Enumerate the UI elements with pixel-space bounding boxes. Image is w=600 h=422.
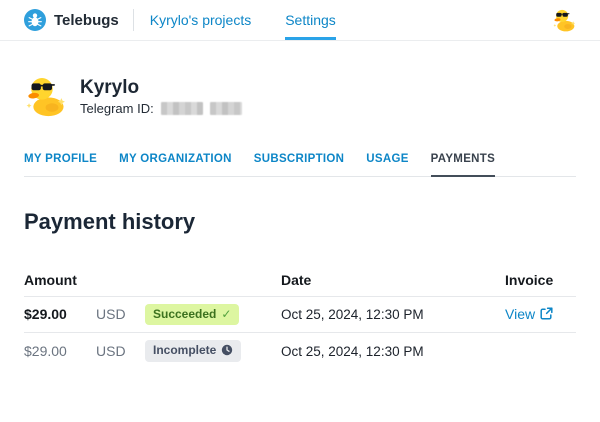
status-label: Incomplete bbox=[153, 343, 216, 357]
main-content: Kyrylo Telegram ID: MY PROFILE MY ORGANI… bbox=[0, 73, 600, 369]
tab-my-profile[interactable]: MY PROFILE bbox=[24, 153, 97, 177]
brand[interactable]: Telebugs bbox=[24, 9, 119, 31]
telebugs-logo-icon bbox=[24, 9, 46, 31]
profile-section: Kyrylo Telegram ID: bbox=[24, 73, 576, 119]
profile-info: Kyrylo Telegram ID: bbox=[80, 76, 242, 117]
date-cell: Oct 25, 2024, 12:30 PM bbox=[281, 344, 505, 359]
tab-my-organization[interactable]: MY ORGANIZATION bbox=[119, 153, 232, 177]
nav-divider bbox=[133, 9, 134, 31]
settings-tabs: MY PROFILE MY ORGANIZATION SUBSCRIPTION … bbox=[24, 153, 576, 177]
amount-cell: $29.00 USD Succeeded ✓ bbox=[24, 304, 281, 325]
nav-item-projects[interactable]: Kyrylo's projects bbox=[150, 0, 251, 40]
duck-with-sunglasses-icon bbox=[24, 73, 70, 119]
currency-label: USD bbox=[96, 343, 130, 359]
amount-cell: $29.00 USD Incomplete bbox=[24, 340, 281, 361]
tab-payments[interactable]: PAYMENTS bbox=[431, 153, 495, 177]
status-badge-succeeded: Succeeded ✓ bbox=[145, 304, 239, 325]
duck-with-sunglasses-icon bbox=[552, 7, 578, 33]
tab-usage[interactable]: USAGE bbox=[366, 153, 408, 177]
nav-links: Kyrylo's projects Settings bbox=[150, 0, 336, 40]
tab-subscription[interactable]: SUBSCRIPTION bbox=[254, 153, 345, 177]
currency-label: USD bbox=[96, 306, 130, 322]
user-avatar[interactable] bbox=[552, 7, 578, 33]
amount-value: $29.00 bbox=[24, 306, 86, 322]
invoice-link-label: View bbox=[505, 306, 535, 322]
table-row: $29.00 USD Incomplete Oct 25, 2024, 12:3… bbox=[24, 333, 576, 369]
table-row: $29.00 USD Succeeded ✓ Oct 25, 2024, 12:… bbox=[24, 297, 576, 333]
date-cell: Oct 25, 2024, 12:30 PM bbox=[281, 307, 505, 322]
status-badge-incomplete: Incomplete bbox=[145, 340, 241, 361]
col-header-amount: Amount bbox=[24, 272, 281, 288]
external-link-icon bbox=[540, 307, 553, 320]
invoice-view-link[interactable]: View bbox=[505, 306, 553, 322]
page-title: Payment history bbox=[24, 209, 576, 235]
payment-history-table: Amount Date Invoice $29.00 USD Succeeded… bbox=[24, 263, 576, 369]
top-nav: Telebugs Kyrylo's projects Settings bbox=[0, 0, 600, 41]
profile-name: Kyrylo bbox=[80, 76, 242, 100]
invoice-cell: View bbox=[505, 306, 576, 324]
profile-avatar bbox=[24, 73, 70, 119]
status-label: Succeeded bbox=[153, 307, 216, 321]
col-header-invoice: Invoice bbox=[505, 272, 576, 288]
brand-name: Telebugs bbox=[54, 12, 119, 29]
nav-item-settings[interactable]: Settings bbox=[285, 0, 336, 40]
amount-value: $29.00 bbox=[24, 343, 86, 359]
telegram-id-redacted bbox=[161, 102, 242, 115]
telegram-id-row: Telegram ID: bbox=[80, 101, 242, 116]
clock-icon bbox=[221, 344, 233, 356]
telegram-id-label: Telegram ID: bbox=[80, 101, 154, 116]
check-icon: ✓ bbox=[221, 307, 231, 321]
table-header-row: Amount Date Invoice bbox=[24, 263, 576, 297]
col-header-date: Date bbox=[281, 272, 505, 288]
